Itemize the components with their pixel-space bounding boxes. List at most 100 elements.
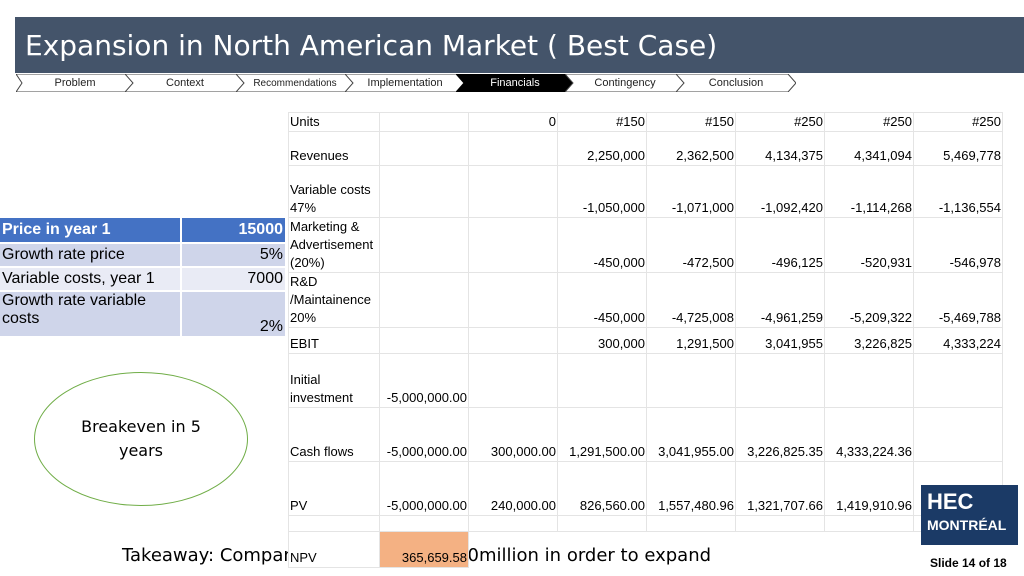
title-bar: Expansion in North American Market ( Bes… (15, 17, 1024, 73)
table-cell (468, 272, 558, 328)
table-cell (379, 327, 469, 354)
table-row: Initial investment -5,000,000.00 (288, 353, 1003, 408)
tab-label: Recommendations (253, 77, 337, 89)
param-value: 15000 (182, 218, 285, 244)
hec-montreal-logo: HEC MONTRÉAL (921, 485, 1018, 545)
param-value: 2% (182, 292, 285, 338)
row-label: Marketing & Advertisement (20%) (288, 217, 380, 273)
table-cell: -4,725,008 (646, 272, 736, 328)
table-cell: -1,114,268 (824, 165, 914, 218)
table-cell: -5,000,000.00 (379, 353, 469, 408)
tab-recommendations[interactable]: Recommendations (236, 74, 354, 92)
parameter-row: Growth rate price 5% (0, 244, 285, 268)
tab-problem[interactable]: Problem (16, 74, 134, 92)
table-cell: -546,978 (913, 217, 1003, 273)
spacer-cell (379, 515, 469, 532)
table-cell: 4,333,224.36 (824, 407, 914, 462)
financials-table: Units 0 #150 #150 #250 #250 #250 Revenue… (288, 112, 1003, 532)
breakeven-oval: Breakeven in 5 years (34, 372, 248, 506)
tab-label: Problem (54, 76, 96, 89)
row-label: Variable costs 47% (288, 165, 380, 218)
table-cell: -1,092,420 (735, 165, 825, 218)
tab-conclusion[interactable]: Conclusion (676, 74, 796, 92)
table-cell: #250 (913, 112, 1003, 132)
tab-financials[interactable]: Financials (456, 74, 574, 92)
row-label: PV (288, 461, 380, 516)
table-row: EBIT 300,000 1,291,500 3,041,955 3,226,8… (288, 327, 1003, 354)
row-label: Revenues (288, 131, 380, 166)
table-row: NPV 365,659.58 (288, 531, 469, 568)
table-cell: -5,469,788 (913, 272, 1003, 328)
tab-label: Contingency (594, 76, 656, 89)
table-cell (468, 327, 558, 354)
table-row: Variable costs 47% -1,050,000 -1,071,000… (288, 165, 1003, 218)
param-value: 7000 (182, 268, 285, 292)
table-cell: -5,209,322 (824, 272, 914, 328)
param-label: Price in year 1 (0, 218, 182, 244)
table-cell: #150 (557, 112, 647, 132)
table-cell: 1,557,480.96 (646, 461, 736, 516)
slide-number: Slide 14 of 18 (930, 556, 1007, 570)
table-cell: 300,000.00 (468, 407, 558, 462)
table-row (288, 515, 1003, 532)
table-cell: -450,000 (557, 217, 647, 273)
tab-label: Conclusion (708, 76, 764, 89)
spacer-cell (646, 515, 736, 532)
spacer-cell (824, 515, 914, 532)
table-cell: -520,931 (824, 217, 914, 273)
table-cell: -1,050,000 (557, 165, 647, 218)
npv-value: 365,659.58 (379, 531, 469, 568)
table-cell (379, 131, 469, 166)
table-row: R&D /Maintainence 20% -450,000 -4,725,00… (288, 272, 1003, 328)
table-cell: -1,136,554 (913, 165, 1003, 218)
table-cell (646, 353, 736, 408)
table-cell: #250 (735, 112, 825, 132)
table-cell (379, 272, 469, 328)
table-cell: -472,500 (646, 217, 736, 273)
logo-line-2: MONTRÉAL (927, 517, 1007, 533)
table-row: Units 0 #150 #150 #250 #250 #250 (288, 112, 1003, 132)
row-label: R&D /Maintainence 20% (288, 272, 380, 328)
table-cell: 5,469,778 (913, 131, 1003, 166)
row-label: Cash flows (288, 407, 380, 462)
table-cell: 3,041,955.00 (646, 407, 736, 462)
page-title: Expansion in North American Market ( Bes… (25, 29, 718, 62)
table-cell: 4,333,224 (913, 327, 1003, 354)
table-cell: -496,125 (735, 217, 825, 273)
table-cell: -5,000,000.00 (379, 407, 469, 462)
table-cell: #150 (646, 112, 736, 132)
table-cell: #250 (824, 112, 914, 132)
table-cell: 0 (468, 112, 558, 132)
table-cell: 3,226,825 (824, 327, 914, 354)
tab-label: Implementation (367, 76, 443, 89)
table-cell: -450,000 (557, 272, 647, 328)
table-cell: 4,341,094 (824, 131, 914, 166)
table-cell: -4,961,259 (735, 272, 825, 328)
table-cell: 2,250,000 (557, 131, 647, 166)
table-cell: 4,134,375 (735, 131, 825, 166)
table-cell (913, 353, 1003, 408)
table-row: Marketing & Advertisement (20%) -450,000… (288, 217, 1003, 273)
table-cell: 1,291,500.00 (557, 407, 647, 462)
table-cell (824, 353, 914, 408)
table-cell (379, 217, 469, 273)
param-label: Variable costs, year 1 (0, 268, 182, 292)
npv-label: NPV (288, 531, 380, 568)
table-row: PV -5,000,000.00 240,000.00 826,560.00 1… (288, 461, 1003, 516)
tab-contingency[interactable]: Contingency (565, 74, 685, 92)
table-cell (468, 217, 558, 273)
param-value: 5% (182, 244, 285, 268)
table-cell (468, 131, 558, 166)
table-cell: 300,000 (557, 327, 647, 354)
table-cell: -1,071,000 (646, 165, 736, 218)
tab-context[interactable]: Context (125, 74, 245, 92)
table-cell (379, 112, 469, 132)
tab-implementation[interactable]: Implementation (345, 74, 465, 92)
table-cell (557, 353, 647, 408)
parameters-header-row: Price in year 1 15000 (0, 218, 285, 244)
table-cell (913, 407, 1003, 462)
table-cell: 3,041,955 (735, 327, 825, 354)
breakeven-text: Breakeven in 5 years (81, 417, 201, 460)
table-row: Cash flows -5,000,000.00 300,000.00 1,29… (288, 407, 1003, 462)
table-cell (379, 165, 469, 218)
